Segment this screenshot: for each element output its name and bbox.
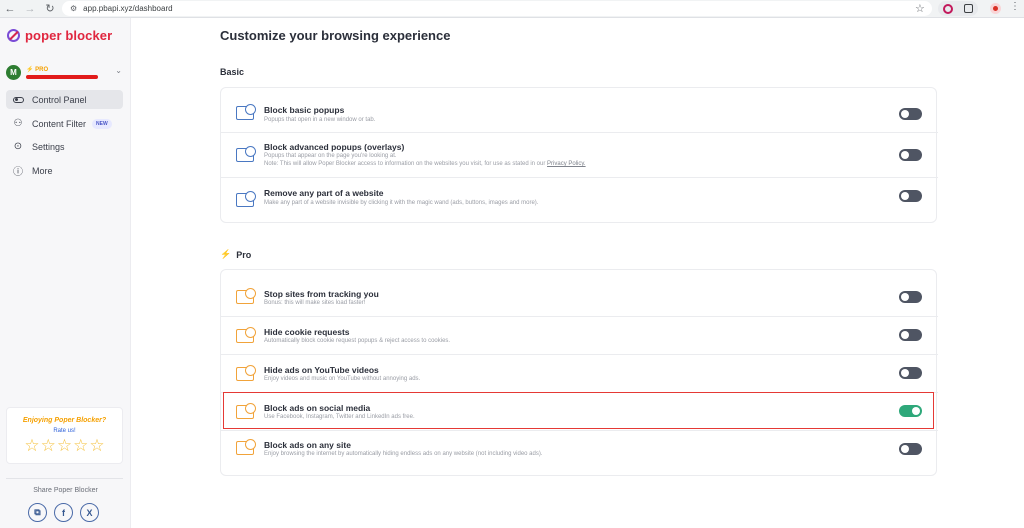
setting-row-remove-part: Remove any part of a website Make any pa… [221, 178, 938, 223]
sidebar-item-label: Content Filter [32, 118, 87, 129]
setting-row-stop-tracking: Stop sites from tracking you Bonus: this… [221, 270, 938, 317]
poper-blocker-logo-icon [7, 29, 20, 42]
tracking-shield-icon [236, 288, 258, 306]
help-circle-icon: ⓘ [13, 167, 23, 178]
facebook-icon[interactable]: f [54, 503, 73, 522]
rate-us-card: Enjoying Poper Blocker? Rate us! ☆ ☆ ☆ ☆… [6, 407, 123, 464]
lightning-bolt-icon: ⚡ [220, 249, 232, 259]
setting-title: Block basic popups [264, 105, 345, 115]
rate-us-link[interactable]: Rate us! [7, 428, 122, 434]
pro-plan-badge: ⚡ PRO [26, 66, 49, 73]
brand-name: poper blocker [25, 28, 113, 43]
section-basic-label: Basic [220, 67, 245, 77]
magic-wand-icon [236, 191, 258, 209]
setting-description: Automatically block cookie request popup… [264, 338, 451, 344]
star-icon[interactable]: ☆ [57, 437, 72, 454]
setting-description: Bonus: this will make sites load faster! [264, 300, 366, 306]
sidebar-item-control-panel[interactable]: Control Panel [6, 90, 123, 109]
reload-icon[interactable]: ↻ [40, 0, 60, 18]
toggle-hide-youtube-ads[interactable] [899, 367, 922, 379]
cookie-icon [236, 327, 258, 345]
setting-row-youtube-ads: Hide ads on YouTube videos Enjoy videos … [221, 355, 938, 393]
sidebar: poper blocker M ⚡ PRO ⌄ Control Panel ⚇ … [0, 18, 131, 528]
browser-toolbar: ← → ↻ ⚙ app.pbapi.xyz/dashboard ☆ ⋮ [0, 0, 1024, 18]
sidebar-item-settings[interactable]: ⊙ Settings [6, 137, 123, 156]
star-icon[interactable]: ☆ [73, 437, 88, 454]
star-icon[interactable]: ☆ [41, 437, 56, 454]
url-text: app.pbapi.xyz/dashboard [83, 4, 173, 13]
brand[interactable]: poper blocker [7, 28, 112, 43]
browser-menu-icon[interactable]: ⋮ [1010, 1, 1020, 12]
toggle-icon [12, 94, 24, 106]
copy-link-icon[interactable]: ⧉ [28, 503, 47, 522]
setting-description: Enjoy videos and music on YouTube withou… [264, 376, 421, 382]
sidebar-item-label: More [32, 165, 53, 176]
video-player-icon [236, 365, 258, 383]
setting-row-cookie-requests: Hide cookie requests Automatically block… [221, 317, 938, 355]
highlight-box [223, 392, 934, 429]
setting-title: Stop sites from tracking you [264, 289, 379, 299]
user-account-dropdown[interactable]: M ⚡ PRO ⌄ [6, 61, 124, 83]
star-rating[interactable]: ☆ ☆ ☆ ☆ ☆ [7, 437, 122, 454]
sidebar-item-label: Control Panel [32, 94, 87, 105]
profile-avatar-icon[interactable] [990, 3, 1001, 14]
star-icon[interactable]: ☆ [89, 437, 104, 454]
setting-row-basic-popups: Block basic popups Popups that open in a… [221, 88, 938, 133]
back-icon[interactable]: ← [0, 0, 20, 18]
toggle-block-basic-popups[interactable] [899, 108, 922, 120]
users-icon: ⚇ [13, 118, 23, 129]
setting-title: Block ads on any site [264, 440, 351, 450]
settings-gear-icon: ⊙ [13, 141, 23, 152]
overlay-popup-icon [236, 146, 258, 164]
redacted-email [26, 74, 98, 79]
toggle-hide-cookie-requests[interactable] [899, 329, 922, 341]
setting-title: Hide ads on YouTube videos [264, 365, 379, 375]
poper-blocker-extension-icon[interactable] [943, 3, 954, 14]
setting-description: Enjoy browsing the internet by automatic… [264, 451, 543, 457]
setting-description: Popups that open in a new window or tab. [264, 117, 376, 123]
toggle-stop-tracking[interactable] [899, 291, 922, 303]
avatar: M [6, 64, 21, 80]
toggle-block-advanced-popups[interactable] [899, 149, 922, 161]
toggle-remove-part-of-website[interactable] [899, 190, 922, 202]
divider [6, 478, 123, 479]
setting-row-any-site-ads: Block ads on any site Enjoy browsing the… [221, 431, 938, 476]
setting-description: Make any part of a website invisible by … [264, 200, 539, 206]
bookmark-star-icon[interactable]: ☆ [915, 2, 925, 15]
section-pro-label: ⚡ Pro [220, 249, 252, 260]
star-icon[interactable]: ☆ [24, 437, 39, 454]
setting-title: Block advanced popups (overlays) [264, 142, 405, 152]
address-bar[interactable]: ⚙ app.pbapi.xyz/dashboard [62, 1, 932, 16]
toggle-block-ads-any-site[interactable] [899, 443, 922, 455]
pro-settings-card: Stop sites from tracking you Bonus: this… [220, 269, 938, 476]
sidebar-item-label: Settings [32, 141, 65, 152]
privacy-policy-link[interactable]: Privacy Policy. [547, 161, 586, 167]
setting-note: Note: This will allow Poper Blocker acce… [264, 161, 586, 167]
extensions-puzzle-icon[interactable] [963, 4, 973, 13]
site-info-icon[interactable]: ⚙ [70, 4, 77, 13]
extensions-area [938, 1, 978, 16]
forward-icon[interactable]: → [20, 0, 40, 18]
setting-description: Popups that appear on the page you're lo… [264, 153, 397, 159]
share-buttons: ⧉ f X [28, 503, 99, 522]
rate-card-title: Enjoying Poper Blocker? [22, 417, 107, 424]
setting-title: Remove any part of a website [264, 188, 384, 198]
basic-settings-card: Block basic popups Popups that open in a… [220, 87, 938, 223]
setting-row-advanced-popups: Block advanced popups (overlays) Popups … [221, 133, 938, 178]
popup-window-icon [236, 104, 258, 122]
sidebar-item-more[interactable]: ⓘ More [6, 161, 123, 180]
chevron-down-icon[interactable]: ⌄ [115, 66, 122, 75]
x-twitter-icon[interactable]: X [80, 503, 99, 522]
new-badge: NEW [92, 118, 112, 129]
browser-ads-icon [236, 439, 258, 457]
setting-title: Hide cookie requests [264, 327, 350, 337]
sidebar-item-content-filter[interactable]: ⚇ Content Filter NEW [6, 114, 123, 133]
share-label: Share Poper Blocker [33, 487, 98, 494]
page-title: Customize your browsing experience [220, 28, 451, 43]
